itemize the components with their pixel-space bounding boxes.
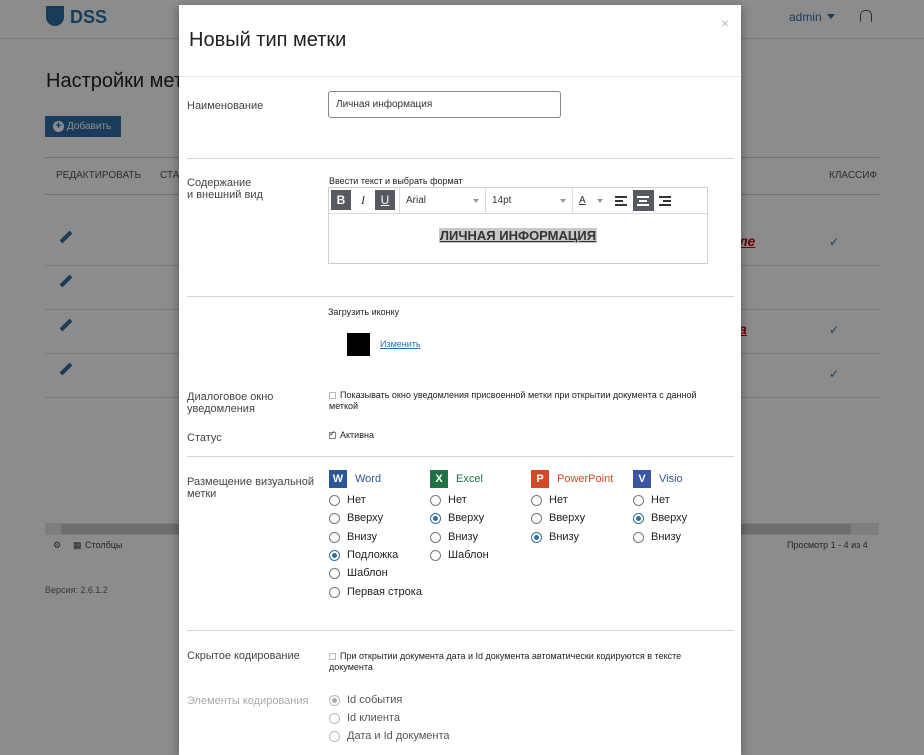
excel-radio-none[interactable] bbox=[430, 495, 441, 506]
upload-icon-label: Загрузить иконку bbox=[328, 307, 400, 317]
word-radio-first-line[interactable] bbox=[329, 587, 340, 598]
word-radio-bottom[interactable] bbox=[329, 532, 340, 543]
font-color-select[interactable]: A bbox=[572, 188, 609, 213]
font-family-select[interactable]: Arial bbox=[399, 188, 485, 213]
word-radio-none[interactable] bbox=[329, 495, 340, 506]
font-size-select[interactable]: 14pt bbox=[485, 188, 572, 213]
visio-icon: V bbox=[633, 470, 651, 488]
powerpoint-radio-none[interactable] bbox=[531, 495, 542, 506]
hidden-encoding-text-line1: При открытии документа дата и Id докумен… bbox=[340, 651, 682, 661]
hidden-encoding-checkbox[interactable] bbox=[329, 653, 336, 660]
rich-text-editor[interactable]: B I U Arial 14pt A ЛИЧНАЯ ИНФОРМАЦИЯ bbox=[328, 187, 708, 264]
show-notification-checkbox[interactable] bbox=[329, 392, 336, 399]
excel-option-label: Шаблон bbox=[448, 549, 489, 561]
chevron-down-icon bbox=[560, 199, 566, 203]
excel-option-label: Вверху bbox=[448, 512, 485, 524]
font-family-value: Arial bbox=[406, 195, 427, 206]
element-radio-date-doc-id[interactable] bbox=[329, 731, 340, 742]
content-label-line2: и внешний вид bbox=[187, 189, 263, 201]
divider bbox=[187, 296, 734, 297]
close-icon[interactable]: × bbox=[721, 15, 729, 31]
word-radio-top[interactable] bbox=[329, 513, 340, 524]
divider bbox=[187, 630, 734, 631]
powerpoint-title: PowerPoint bbox=[557, 473, 614, 485]
element-option-label: Id события bbox=[347, 694, 403, 706]
visio-option-label: Внизу bbox=[651, 531, 681, 543]
visio-radio-none[interactable] bbox=[633, 495, 644, 506]
excel-radio-template[interactable] bbox=[430, 550, 441, 561]
editor-hint: Ввести текст и выбрать формат bbox=[329, 176, 463, 186]
visio-radio-bottom[interactable] bbox=[633, 532, 644, 543]
word-radio-watermark[interactable] bbox=[329, 550, 340, 561]
encoding-elements-label: Элементы кодирования bbox=[187, 695, 309, 707]
word-option-label: Нет bbox=[347, 494, 366, 506]
word-option-label: Внизу bbox=[347, 531, 377, 543]
underline-button[interactable]: U bbox=[375, 190, 395, 210]
editor-content[interactable]: ЛИЧНАЯ ИНФОРМАЦИЯ bbox=[329, 228, 707, 243]
italic-button[interactable]: I bbox=[353, 190, 373, 210]
excel-radio-top[interactable] bbox=[430, 513, 441, 524]
label-icon-preview bbox=[347, 333, 370, 356]
align-center-button[interactable] bbox=[633, 190, 654, 211]
element-option-label: Id клиента bbox=[347, 712, 400, 724]
align-left-icon bbox=[615, 196, 627, 208]
powerpoint-option-label: Нет bbox=[549, 494, 568, 506]
word-radio-template[interactable] bbox=[329, 568, 340, 579]
show-notification-text-line2: меткой bbox=[329, 401, 359, 411]
show-notification-text-line1: Показывать окно уведомления присвоенной … bbox=[340, 390, 697, 400]
chevron-down-icon bbox=[473, 199, 479, 203]
visio-option-label: Нет bbox=[651, 494, 670, 506]
word-title: Word bbox=[355, 473, 382, 485]
dialog-label-line1: Диалоговое окно bbox=[187, 391, 274, 403]
divider bbox=[187, 158, 734, 159]
new-label-type-dialog: Новый тип метки × Наименование Личная ин… bbox=[179, 5, 741, 755]
visio-option-label: Вверху bbox=[651, 512, 688, 524]
font-size-value: 14pt bbox=[492, 195, 512, 206]
name-label: Наименование bbox=[187, 100, 264, 112]
word-option-label: Шаблон bbox=[347, 567, 388, 579]
active-checkbox-label: Активна bbox=[340, 430, 374, 440]
excel-radio-bottom[interactable] bbox=[430, 532, 441, 543]
chevron-down-icon bbox=[597, 199, 603, 203]
word-icon: W bbox=[329, 470, 347, 488]
visio-radio-top[interactable] bbox=[633, 513, 644, 524]
align-right-button[interactable] bbox=[655, 190, 676, 211]
word-option-label: Подложка bbox=[347, 549, 399, 561]
align-right-icon bbox=[659, 196, 671, 208]
hidden-encoding-label: Скрытое кодирование bbox=[187, 650, 300, 662]
powerpoint-radio-top[interactable] bbox=[531, 513, 542, 524]
content-label-line1: Содержание bbox=[187, 177, 252, 189]
excel-option-label: Внизу bbox=[448, 531, 478, 543]
element-radio-event-id[interactable] bbox=[329, 695, 340, 706]
divider bbox=[179, 76, 741, 77]
dialog-label-line2: уведомления bbox=[187, 403, 255, 415]
name-input[interactable]: Личная информация bbox=[328, 91, 561, 118]
dialog-title: Новый тип метки bbox=[189, 29, 347, 51]
change-icon-link[interactable]: Изменить bbox=[380, 339, 421, 349]
powerpoint-option-label: Вверху bbox=[549, 512, 586, 524]
excel-title: Excel bbox=[456, 473, 483, 485]
font-color-icon: A bbox=[579, 195, 586, 206]
hidden-encoding-text-line2: документа bbox=[329, 662, 373, 672]
editor-text: ЛИЧНАЯ ИНФОРМАЦИЯ bbox=[438, 228, 598, 243]
placement-label-line2: метки bbox=[187, 488, 217, 500]
active-checkbox[interactable] bbox=[329, 429, 336, 439]
placement-label-line1: Размещение визуальной bbox=[187, 476, 315, 488]
element-radio-client-id[interactable] bbox=[329, 713, 340, 724]
element-option-label: Дата и Id документа bbox=[347, 730, 450, 742]
status-label: Статус bbox=[187, 432, 222, 444]
excel-option-label: Нет bbox=[448, 494, 467, 506]
align-center-icon bbox=[637, 196, 649, 208]
bold-button[interactable]: B bbox=[331, 190, 351, 210]
powerpoint-radio-bottom[interactable] bbox=[531, 532, 542, 543]
word-option-label: Первая строка bbox=[347, 586, 422, 598]
editor-toolbar: B I U Arial 14pt A bbox=[329, 188, 707, 214]
powerpoint-option-label: Внизу bbox=[549, 531, 579, 543]
excel-icon: X bbox=[430, 470, 448, 488]
visio-title: Visio bbox=[659, 473, 683, 485]
divider bbox=[187, 456, 734, 457]
word-option-label: Вверху bbox=[347, 512, 384, 524]
powerpoint-icon: P bbox=[531, 470, 549, 488]
align-left-button[interactable] bbox=[611, 190, 632, 211]
